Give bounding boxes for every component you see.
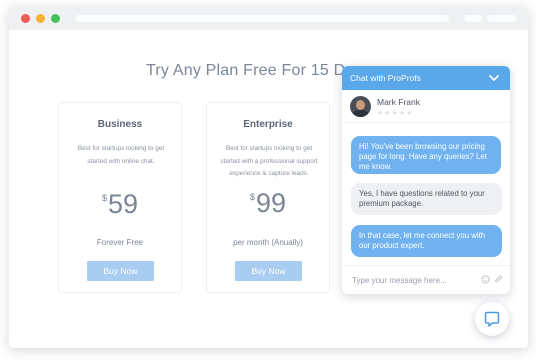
- browser-toolbar: [9, 7, 528, 30]
- plan-description: Best for startups looking to get started…: [77, 145, 165, 165]
- user-message: Yes, I have questions related to your pr…: [351, 183, 502, 215]
- chat-header[interactable]: Chat with ProProfs: [342, 66, 510, 90]
- message-input[interactable]: [352, 273, 472, 287]
- agent-info: Mark Frank ★★★★★: [342, 90, 510, 123]
- chevron-down-icon[interactable]: [488, 72, 500, 84]
- plan-description: Best for startups looking to get started…: [220, 145, 318, 177]
- currency-symbol: $: [249, 192, 255, 202]
- plan-card-business: Business Best for startups looking to ge…: [58, 102, 182, 293]
- buy-now-button[interactable]: Buy Now: [87, 261, 154, 281]
- price-value: 99: [255, 188, 287, 218]
- star-icon[interactable]: ★: [384, 110, 391, 117]
- chat-bubble-icon: [484, 311, 500, 327]
- chat-widget: Chat with ProProfs Mark Frank ★★★★★ Hi! …: [342, 66, 510, 294]
- chat-composer: [342, 265, 510, 294]
- plan-price: $99: [207, 188, 329, 219]
- plan-term: per month (Anually): [233, 238, 303, 247]
- chat-launcher-button[interactable]: [475, 302, 509, 336]
- star-icon[interactable]: ★: [406, 110, 413, 117]
- minimize-window-button[interactable]: [36, 14, 45, 23]
- agent-message: In that case, let me connect you with ou…: [351, 225, 502, 257]
- emoji-icon[interactable]: [481, 275, 490, 284]
- toolbar-placeholder-large: [487, 15, 517, 22]
- toolbar-placeholder-small: [464, 15, 482, 22]
- close-window-button[interactable]: [21, 14, 30, 23]
- plan-term: Forever Free: [96, 238, 144, 247]
- buy-now-button[interactable]: Buy Now: [235, 261, 302, 281]
- agent-message: Hi! You've been browsing our pricing pag…: [351, 136, 501, 174]
- plan-card-enterprise: Enterprise Best for startups looking to …: [206, 102, 330, 293]
- rating-stars[interactable]: ★★★★★: [377, 109, 413, 117]
- plan-name: Business: [97, 119, 143, 130]
- plan-price: $59: [59, 189, 181, 220]
- price-value: 59: [107, 189, 139, 219]
- agent-name: Mark Frank: [377, 97, 420, 107]
- chat-title: Chat with ProProfs: [350, 73, 421, 83]
- currency-symbol: $: [101, 193, 107, 203]
- address-bar[interactable]: [75, 15, 449, 22]
- maximize-window-button[interactable]: [51, 14, 60, 23]
- plan-name: Enterprise: [243, 119, 293, 130]
- avatar: [350, 96, 371, 117]
- star-icon[interactable]: ★: [392, 110, 399, 117]
- attachment-icon[interactable]: [494, 274, 503, 285]
- page-title: Try Any Plan Free For 15 Da: [146, 62, 355, 79]
